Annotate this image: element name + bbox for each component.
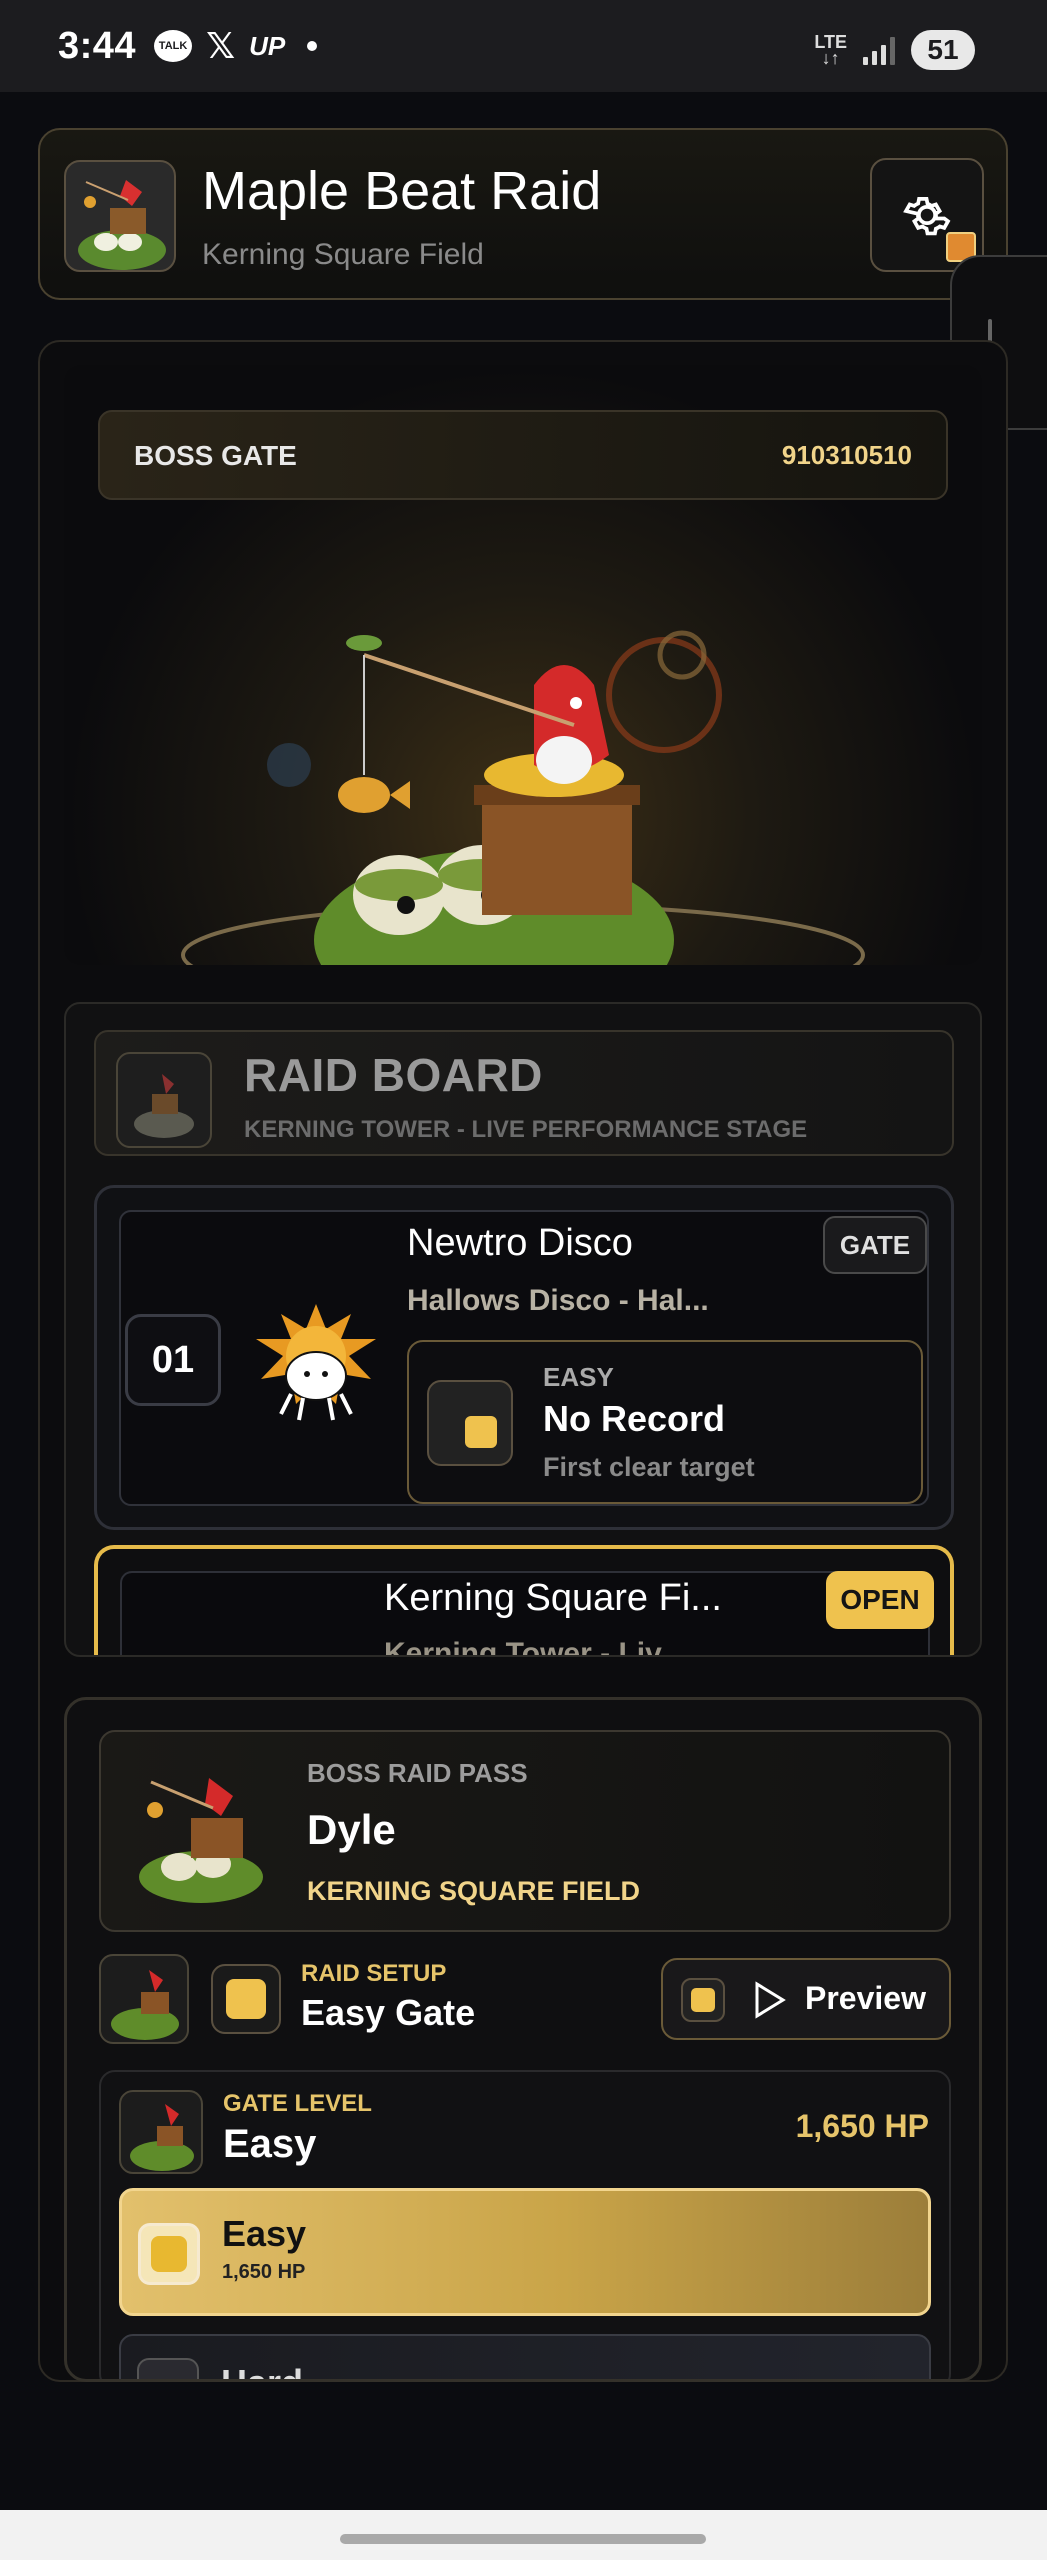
coin-box	[138, 2223, 200, 2285]
up-app-icon: UP	[249, 30, 286, 61]
song-number: 01	[125, 1314, 221, 1406]
status-time: 3:44	[58, 24, 137, 67]
song-card-inner: 01 Newtro Disco Hallows Disco - Hal... G…	[119, 1210, 929, 1506]
settings-button[interactable]	[870, 158, 984, 272]
setup-boss-avatar	[99, 1954, 189, 2044]
preview-label: Preview	[805, 1980, 926, 2016]
app-header: Maple Beat Raid Kerning Square Field	[38, 128, 1008, 300]
song-card-selected[interactable]: Kerning Square Fi... Kerning Tower - Liv…	[94, 1545, 954, 1655]
pass-location: KERNING SQUARE FIELD	[307, 1876, 641, 1906]
level-option-title: Easy	[222, 2213, 307, 2254]
battery-icon: 51	[911, 30, 975, 70]
pass-label: BOSS RAID PASS	[307, 1758, 528, 1788]
raid-board-icon	[116, 1052, 212, 1148]
song-card[interactable]: 01 Newtro Disco Hallows Disco - Hal... G…	[94, 1185, 954, 1530]
boss-gate-label: BOSS GATE	[134, 440, 297, 471]
record-icon	[427, 1380, 513, 1466]
level-boss-avatar	[119, 2090, 203, 2174]
raid-board-subtitle: KERNING TOWER - LIVE PERFORMANCE STAGE	[244, 1116, 808, 1143]
song-subtitle: Hallows Disco - Hal...	[407, 1284, 709, 1317]
more-notifications-dot	[307, 41, 318, 51]
coin-icon	[691, 1988, 715, 2012]
home-indicator[interactable]	[340, 2534, 706, 2544]
song-subtitle: Kerning Tower - Liv...	[384, 1637, 685, 1655]
raid-setup-label: RAID SETUP	[301, 1960, 447, 1987]
coin-icon	[151, 2236, 187, 2272]
app-subtitle: Kerning Square Field	[202, 238, 484, 271]
boss-raid-pass-card: BOSS RAID PASS Dyle KERNING SQUARE FIELD	[99, 1730, 951, 1932]
preview-coin-box	[681, 1978, 725, 2022]
coin-icon	[226, 1979, 266, 2019]
record-note: First clear target	[543, 1452, 755, 1482]
kakaotalk-icon: TALK	[154, 30, 193, 62]
level-boss-art	[130, 2104, 194, 2171]
notification-icons: TALK 𝕏 UP	[154, 25, 318, 67]
gate-level-value: Easy	[223, 2122, 317, 2166]
gate-level-card: GATE LEVEL Easy 1,650 HP Easy 1,650 HP H…	[99, 2070, 951, 2379]
raid-board-header: RAID BOARD KERNING TOWER - LIVE PERFORMA…	[94, 1030, 954, 1156]
level-option-hard[interactable]: Hard	[119, 2334, 931, 2379]
song-title: Newtro Disco	[407, 1222, 633, 1264]
level-option-hp: 1,650 HP	[222, 2261, 306, 2283]
pass-boss-name: Dyle	[307, 1806, 396, 1853]
preview-button[interactable]: Preview	[661, 1958, 951, 2040]
app-title: Maple Beat Raid	[202, 161, 602, 221]
boss-gate-code: 910310510	[781, 440, 912, 470]
level-option-title: Hard	[221, 2362, 303, 2379]
lte-label: LTE	[814, 32, 847, 52]
song-character-art	[256, 1304, 376, 1421]
lte-icon: LTE ↓↑	[814, 32, 847, 68]
status-bar: 3:44 TALK 𝕏 UP LTE ↓↑ 51	[0, 0, 1047, 92]
gate-level-label: GATE LEVEL	[223, 2090, 372, 2117]
open-badge: OPEN	[826, 1571, 934, 1629]
level-option-easy[interactable]: Easy 1,650 HP	[119, 2188, 931, 2316]
raid-setup-row: RAID SETUP Easy Gate Preview	[99, 1954, 951, 2048]
record-box: EASY No Record First clear target	[407, 1340, 923, 1504]
coin-icon	[465, 1416, 497, 1448]
play-icon	[755, 1981, 786, 2019]
gate-level-hp: 1,650 HP	[795, 2108, 929, 2144]
setup-coin-box	[211, 1964, 281, 2034]
signal-icon	[863, 35, 895, 65]
raid-setup-value: Easy Gate	[301, 1992, 476, 2033]
setup-boss-art	[111, 1970, 179, 2040]
song-title: Kerning Square Fi...	[384, 1577, 722, 1619]
x-app-icon: 𝕏	[206, 25, 236, 66]
raid-board-title: RAID BOARD	[244, 1049, 543, 1101]
system-icons: LTE ↓↑ 51	[814, 30, 975, 70]
boss-avatar	[64, 160, 176, 272]
boss-gate-bar: BOSS GATE 910310510	[98, 410, 948, 500]
boss-avatar-art	[78, 180, 166, 270]
coin-box	[137, 2358, 199, 2379]
record-difficulty: EASY	[543, 1362, 614, 1392]
raid-board-icon-art	[134, 1074, 194, 1138]
record-value: No Record	[543, 1398, 726, 1439]
pass-boss-art	[139, 1778, 263, 1903]
raid-pass-panel: BOSS RAID PASS Dyle KERNING SQUARE FIELD…	[64, 1697, 982, 2382]
gate-badge: GATE	[823, 1216, 927, 1274]
